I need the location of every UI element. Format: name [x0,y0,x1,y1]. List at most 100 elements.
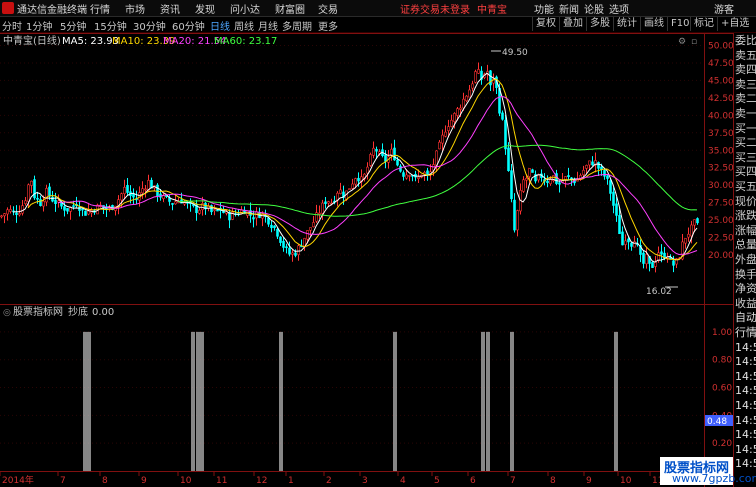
indicator-toggle-icon[interactable]: ◎ [3,308,11,318]
candle-body [450,119,453,127]
date-tick-label: 8 [550,476,556,486]
candle-body [324,201,327,204]
candle-body [327,201,330,204]
tab-more[interactable]: 更多 [318,18,338,33]
period-tab-bar: 分时 1分钟 5分钟 15分钟 30分钟 60分钟 日线 周线 月线 多周期 更… [0,17,756,33]
menu-caifuquan[interactable]: 财富圈 [275,1,305,16]
menu-xuanxiang[interactable]: 选项 [609,1,629,16]
sidebar-field-label: 卖二 [735,92,756,106]
moving-average-lines [12,72,698,263]
date-tick-label: 9 [141,476,147,486]
candle-body [312,222,315,228]
sidebar-field-label: 14:50 [735,442,756,456]
tab-30min[interactable]: 30分钟 [133,18,166,33]
tab-multi-period[interactable]: 多周期 [282,18,312,33]
f10-button[interactable]: F10 [667,17,692,31]
stock-chart[interactable]: 50.0047.5045.0042.5040.0037.5035.0032.50… [0,33,733,487]
candle-body [438,141,441,150]
menu-gongneng[interactable]: 功能 [534,1,554,16]
chart-settings-icon[interactable]: ⚙ [678,37,686,47]
tab-1min[interactable]: 1分钟 [26,18,52,33]
guest-label[interactable]: 游客 [714,1,734,16]
date-tick-label: 7 [510,476,516,486]
candle-body [339,189,342,194]
chart-collapse-icon[interactable]: ▫ [691,37,697,47]
candle-body [369,154,372,166]
candle-body [588,160,591,166]
candle-body [510,170,513,200]
candle-body [288,247,291,255]
candle-body [120,193,123,201]
candle-body [81,208,84,211]
candle-body [279,236,282,243]
menu-hangqing[interactable]: 行情 [90,1,110,16]
candle-body [513,199,516,231]
candle-body [36,197,39,200]
candle-body [525,178,528,181]
candle-body [459,107,462,110]
candle-body [216,209,219,212]
date-tick-label: 1 [288,476,294,486]
sidebar-field-label: 现价 [735,194,756,208]
sidebar-field-label: 总量 [735,238,756,252]
date-tick-label: 3 [362,476,368,486]
candle-body [447,126,450,131]
sidebar-field-label: 卖一 [735,107,756,120]
candle-body [606,175,609,179]
menu-jiaoyi[interactable]: 交易 [318,1,338,16]
sidebar-field-label: 买四 [735,165,756,179]
tab-fenshi[interactable]: 分时 [2,18,22,33]
current-value-marker: 0.48 [705,415,733,427]
sidebar-field-label: 14:50 [735,413,756,427]
sidebar-field-label: 买三 [735,150,756,164]
tab-weekly[interactable]: 周线 [234,18,254,33]
stock-period-label: 中青宝(日线) [3,34,61,47]
menu-zixun[interactable]: 资讯 [160,1,180,16]
candle-body [585,165,588,169]
sidebar-field-label: 买一 [735,121,756,135]
price-tick-label: 42.50 [708,94,733,104]
menu-shichang[interactable]: 市场 [125,1,145,16]
tab-monthly[interactable]: 月线 [258,18,278,33]
statistics-button[interactable]: 统计 [613,17,640,31]
candle-body [693,219,696,226]
candle-body [354,178,357,185]
draw-line-button[interactable]: 画线 [640,17,667,31]
sidebar-field-label: 14:50 [735,340,756,354]
tab-15min[interactable]: 15分钟 [94,18,127,33]
candle-body [357,177,360,182]
overlay-button[interactable]: 叠加 [559,17,586,31]
price-tick-label: 25.00 [708,216,733,226]
sidebar-field-label: 自动 [735,311,756,325]
candle-body [270,224,273,229]
candle-body [582,169,585,176]
candle-body [618,215,621,235]
tab-daily[interactable]: 日线 [210,18,230,33]
login-status[interactable]: 证券交易未登录 [400,1,470,16]
tab-5min[interactable]: 5分钟 [60,18,86,33]
tab-60min[interactable]: 60分钟 [172,18,205,33]
menu-lungu[interactable]: 论股 [584,1,604,16]
multi-stock-button[interactable]: 多股 [586,17,613,31]
date-tick-label: 2014年 [2,474,34,486]
menu-xinwen[interactable]: 新闻 [559,1,579,16]
candle-body [396,159,399,166]
candle-body [627,238,630,243]
low-annotation: 16.02 [646,286,678,297]
candle-body [66,208,69,212]
candle-body [603,170,606,177]
add-favorite-button[interactable]: +自选 [717,17,752,31]
mark-button[interactable]: 标记 [690,17,717,31]
candle-body [570,177,573,180]
menu-wenxiaoda[interactable]: 问小达 [230,1,260,16]
candle-body [597,162,600,169]
restore-rights-button[interactable]: 复权 [532,17,559,31]
sidebar-field-label: 14:50 [735,428,756,442]
sidebar-field-label: 14:50 [735,369,756,383]
menu-faxian[interactable]: 发现 [195,1,215,16]
date-tick-label: 10 [620,476,632,486]
candle-body [24,200,27,204]
candle-body [609,180,612,194]
candle-body [654,261,657,267]
candle-body [42,200,45,207]
